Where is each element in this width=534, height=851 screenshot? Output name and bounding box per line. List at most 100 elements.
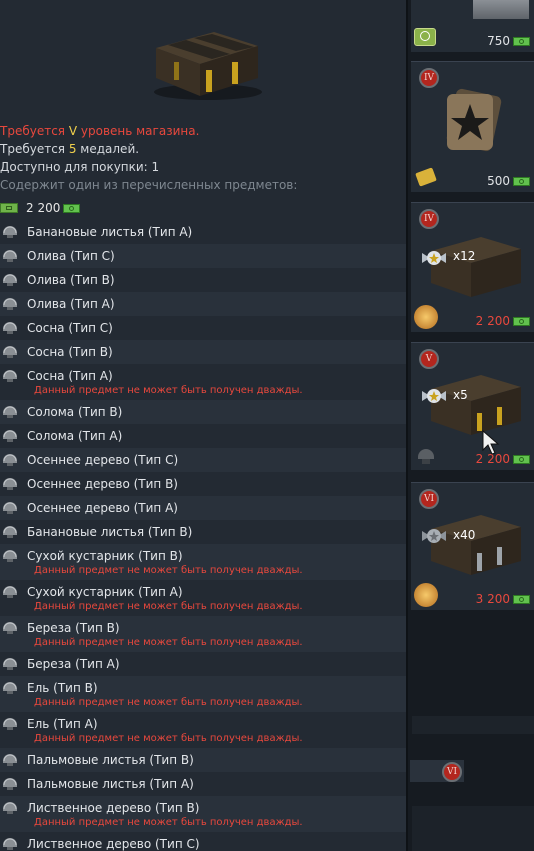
helmet-icon [1,367,19,383]
multiplier-label: x40 [453,528,476,542]
shop-card[interactable]: 750 [411,0,534,52]
medals-suffix: медалей. [76,142,140,156]
helmet-icon [1,247,19,263]
item-name: Олива (Тип B) [27,273,115,287]
medals-prefix: Требуется [0,142,69,156]
helmet-icon [418,449,434,464]
item-tooltip: Требуется V уровень магазина. Требуется … [0,0,406,851]
shop-side-panel: 750 IV 500 IV x12 2 200 V x5 2 200 VI x4… [406,0,534,851]
card-price-value: 500 [487,174,510,188]
list-item: Олива (Тип A) [0,292,406,316]
shop-level-requirement: Требуется V уровень магазина. [0,122,297,140]
shop-card[interactable]: IV 500 [411,61,534,192]
helmet-icon [1,343,19,359]
list-item: Банановые листья (Тип B) [0,520,406,544]
helmet-icon [1,427,19,443]
helmet-icon [1,619,19,635]
card-image [473,0,529,19]
item-name: Сухой кустарник (Тип A) [27,585,183,599]
card-price-value: 2 200 [475,314,510,328]
list-item: Солома (Тип A) [0,424,406,448]
dim-background-row [412,716,534,734]
multiplier-label: x5 [453,388,468,402]
list-item: Олива (Тип C) [0,244,406,268]
list-item: Банановые листья (Тип A) [0,220,406,244]
list-item: Береза (Тип B) Данный предмет не может бы… [0,616,406,652]
orange-medal-icon [414,305,438,329]
item-warning: Данный предмет не может быть получен два… [34,565,303,576]
list-item: Пальмовые листья (Тип B) [0,748,406,772]
shop-card[interactable]: IV x12 2 200 [411,202,534,332]
item-name: Ель (Тип B) [27,681,98,695]
rank-badge: VI [442,762,462,782]
item-name: Банановые листья (Тип A) [27,225,193,239]
list-item: Олива (Тип B) [0,268,406,292]
item-name: Осеннее дерево (Тип A) [27,501,178,515]
list-item: Сухой кустарник (Тип B) Данный предмет не… [0,544,406,580]
item-name: Олива (Тип A) [27,297,115,311]
item-name: Береза (Тип A) [27,657,120,671]
item-warning: Данный предмет не может быть получен два… [34,637,303,648]
currency-icon [513,176,530,186]
item-name: Банановые листья (Тип B) [27,525,193,539]
req-suffix: уровень магазина. [77,124,200,138]
helmet-icon [1,319,19,335]
helmet-icon [1,403,19,419]
helmet-icon [1,295,19,311]
available-count: Доступно для покупки: 1 [0,160,160,174]
helmet-icon [1,223,19,239]
dim-background-panel [412,806,534,851]
list-item: Сухой кустарник (Тип A) Данный предмет не… [0,580,406,616]
item-warning: Данный предмет не может быть получен два… [34,697,303,708]
item-warning: Данный предмет не может быть получен два… [34,385,303,396]
multiplier-label: x12 [453,249,476,263]
item-name: Лиственное дерево (Тип B) [27,801,200,815]
price-value: 2 200 [26,201,61,215]
shop-card[interactable]: VI x40 3 200 [411,482,534,610]
item-name: Сосна (Тип B) [27,345,113,359]
helmet-icon [1,475,19,491]
req-level: V [68,124,78,138]
card-price: 2 200 [476,314,530,328]
card-price: 750 [487,34,530,48]
list-item: Лиственное дерево (Тип B) Данный предмет … [0,796,406,832]
card-price-value: 750 [487,34,510,48]
helmet-icon [1,547,19,563]
item-name: Береза (Тип B) [27,621,120,635]
contains-label: Содержит один из перечисленных предметов… [0,178,298,192]
shop-card[interactable]: V x5 2 200 [411,342,534,470]
currency-icon [513,454,530,464]
list-item: Ель (Тип B) Данный предмет не может быть … [0,676,406,712]
coupon-icon [415,167,437,187]
list-item: Осеннее дерево (Тип B) [0,472,406,496]
decal-star-icon [446,88,502,152]
list-item: Солома (Тип B) [0,400,406,424]
item-warning: Данный предмет не может быть получен два… [34,733,303,744]
card-price-value: 3 200 [475,592,510,606]
item-list: Банановые листья (Тип A) Олива (Тип C) Оли… [0,220,406,851]
item-warning: Данный предмет не может быть получен два… [34,817,303,828]
req-prefix: Требуется [0,124,69,138]
list-item: Пальмовые листья (Тип A) [0,772,406,796]
item-name: Пальмовые листья (Тип A) [27,777,194,791]
item-name: Осеннее дерево (Тип C) [27,453,179,467]
medal-icon [422,529,446,543]
orange-medal-icon [414,583,438,607]
item-warning: Данный предмет не может быть получен два… [34,601,303,612]
item-name: Солома (Тип B) [27,405,123,419]
helmet-icon [1,583,19,599]
helmet-icon [1,451,19,467]
crate-icon [154,32,262,100]
item-name: Лиственное дерево (Тип C) [27,837,200,851]
list-item: Осеннее дерево (Тип C) [0,448,406,472]
helmet-icon [1,835,19,851]
item-name: Ель (Тип A) [27,717,98,731]
currency-icon [513,36,530,46]
card-price: 500 [487,174,530,188]
item-name: Сосна (Тип C) [27,321,113,335]
helmet-icon [1,679,19,695]
item-name: Пальмовые листья (Тип B) [27,753,194,767]
list-item: Лиственное дерево (Тип C) [0,832,406,851]
rank-badge: IV [419,209,439,229]
ticket-icon [0,203,18,213]
